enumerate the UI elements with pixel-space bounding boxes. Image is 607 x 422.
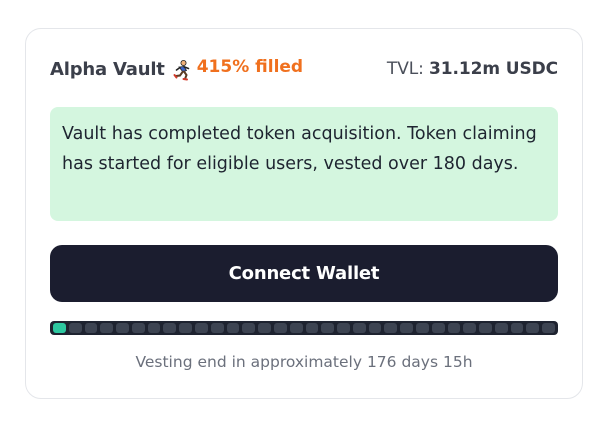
runner-icon [171, 59, 193, 81]
tvl-label: TVL: [386, 59, 424, 79]
tvl-display: TVL: 31.12m USDC [387, 59, 558, 79]
vesting-segment [494, 323, 508, 333]
vesting-segment [273, 323, 287, 333]
vesting-segment [163, 323, 177, 333]
vesting-segment [337, 323, 350, 333]
vesting-status-text: Vesting end in approximately 176 days 15… [135, 353, 473, 371]
vesting-segment [447, 323, 461, 333]
vault-title-group: Alpha Vault 415% filled [50, 57, 304, 81]
vesting-segment [226, 323, 240, 333]
vault-card: Alpha Vault 415% filled TVL: 31.12m USDC [25, 28, 583, 399]
vesting-segment [352, 323, 366, 333]
vesting-segment [179, 323, 193, 333]
vesting-segment [542, 323, 555, 333]
vesting-segment [289, 323, 303, 333]
vesting-segment [210, 323, 224, 333]
vault-status-notice: Vault has completed token acquisition. T… [50, 107, 558, 221]
vesting-segment [131, 323, 145, 333]
vesting-segment [479, 323, 492, 333]
vesting-segment [384, 323, 398, 333]
vesting-segment [415, 323, 429, 333]
vesting-segment [147, 323, 161, 333]
vesting-segment [305, 323, 319, 333]
connect-wallet-button[interactable]: Connect Wallet [50, 245, 558, 302]
vesting-segment [116, 323, 129, 333]
vesting-segment [400, 323, 413, 333]
vesting-segment [463, 323, 477, 333]
tvl-value: 31.12m USDC [429, 59, 558, 79]
vesting-segment [68, 323, 82, 333]
vesting-segment-filled [53, 323, 66, 333]
vesting-segment [242, 323, 256, 333]
vesting-segment [510, 323, 524, 333]
vesting-segment [258, 323, 271, 333]
vesting-segment [526, 323, 540, 333]
vesting-segment [368, 323, 382, 333]
vesting-segment [195, 323, 208, 333]
vesting-segment [431, 323, 445, 333]
vesting-segment [321, 323, 335, 333]
vesting-progress-bar [50, 321, 558, 335]
vesting-segment [100, 323, 114, 333]
fill-percentage: 415% filled [196, 57, 304, 77]
vault-name: Alpha Vault [50, 58, 165, 80]
vault-header: Alpha Vault 415% filled TVL: 31.12m USDC [50, 55, 558, 83]
vesting-segment [84, 323, 98, 333]
